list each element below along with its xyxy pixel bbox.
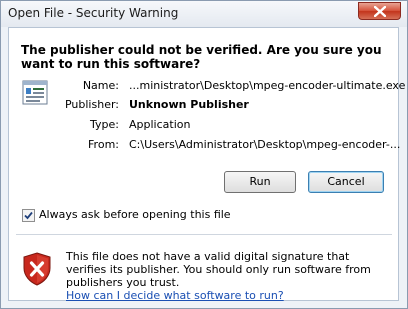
title-bar: Open File - Security Warning xyxy=(1,1,407,27)
always-ask-checkbox[interactable] xyxy=(22,209,35,222)
detail-label: From: xyxy=(88,138,119,151)
detail-label: Name: xyxy=(82,79,119,92)
close-button[interactable] xyxy=(358,2,401,20)
detail-value: ...ministrator\Desktop\mpeg-encoder-ulti… xyxy=(129,79,406,92)
detail-label: Publisher: xyxy=(64,98,119,111)
detail-label: Type: xyxy=(90,118,119,131)
content-panel: The publisher could not be verified. Are… xyxy=(8,27,405,302)
detail-value: C:\Users\Administrator\Desktop\mpeg-enco… xyxy=(129,138,401,151)
cancel-button[interactable]: Cancel xyxy=(308,171,384,193)
always-ask-label[interactable]: Always ask before opening this file xyxy=(39,208,231,221)
detail-value: Application xyxy=(129,118,191,131)
warning-text: This file does not have a valid digital … xyxy=(66,250,371,289)
help-link[interactable]: How can I decide what software to run? xyxy=(66,289,284,302)
check-icon xyxy=(24,211,33,220)
window-title: Open File - Security Warning xyxy=(8,6,179,20)
close-icon xyxy=(374,6,386,17)
run-button[interactable]: Run xyxy=(224,171,296,193)
dialog-window: Open File - Security Warning The publish… xyxy=(0,0,408,309)
warning-message: This file does not have a valid digital … xyxy=(66,250,386,302)
detail-value: Unknown Publisher xyxy=(129,98,249,111)
divider xyxy=(16,234,392,235)
shield-error-icon xyxy=(23,252,51,286)
headline: The publisher could not be verified. Are… xyxy=(21,43,382,71)
